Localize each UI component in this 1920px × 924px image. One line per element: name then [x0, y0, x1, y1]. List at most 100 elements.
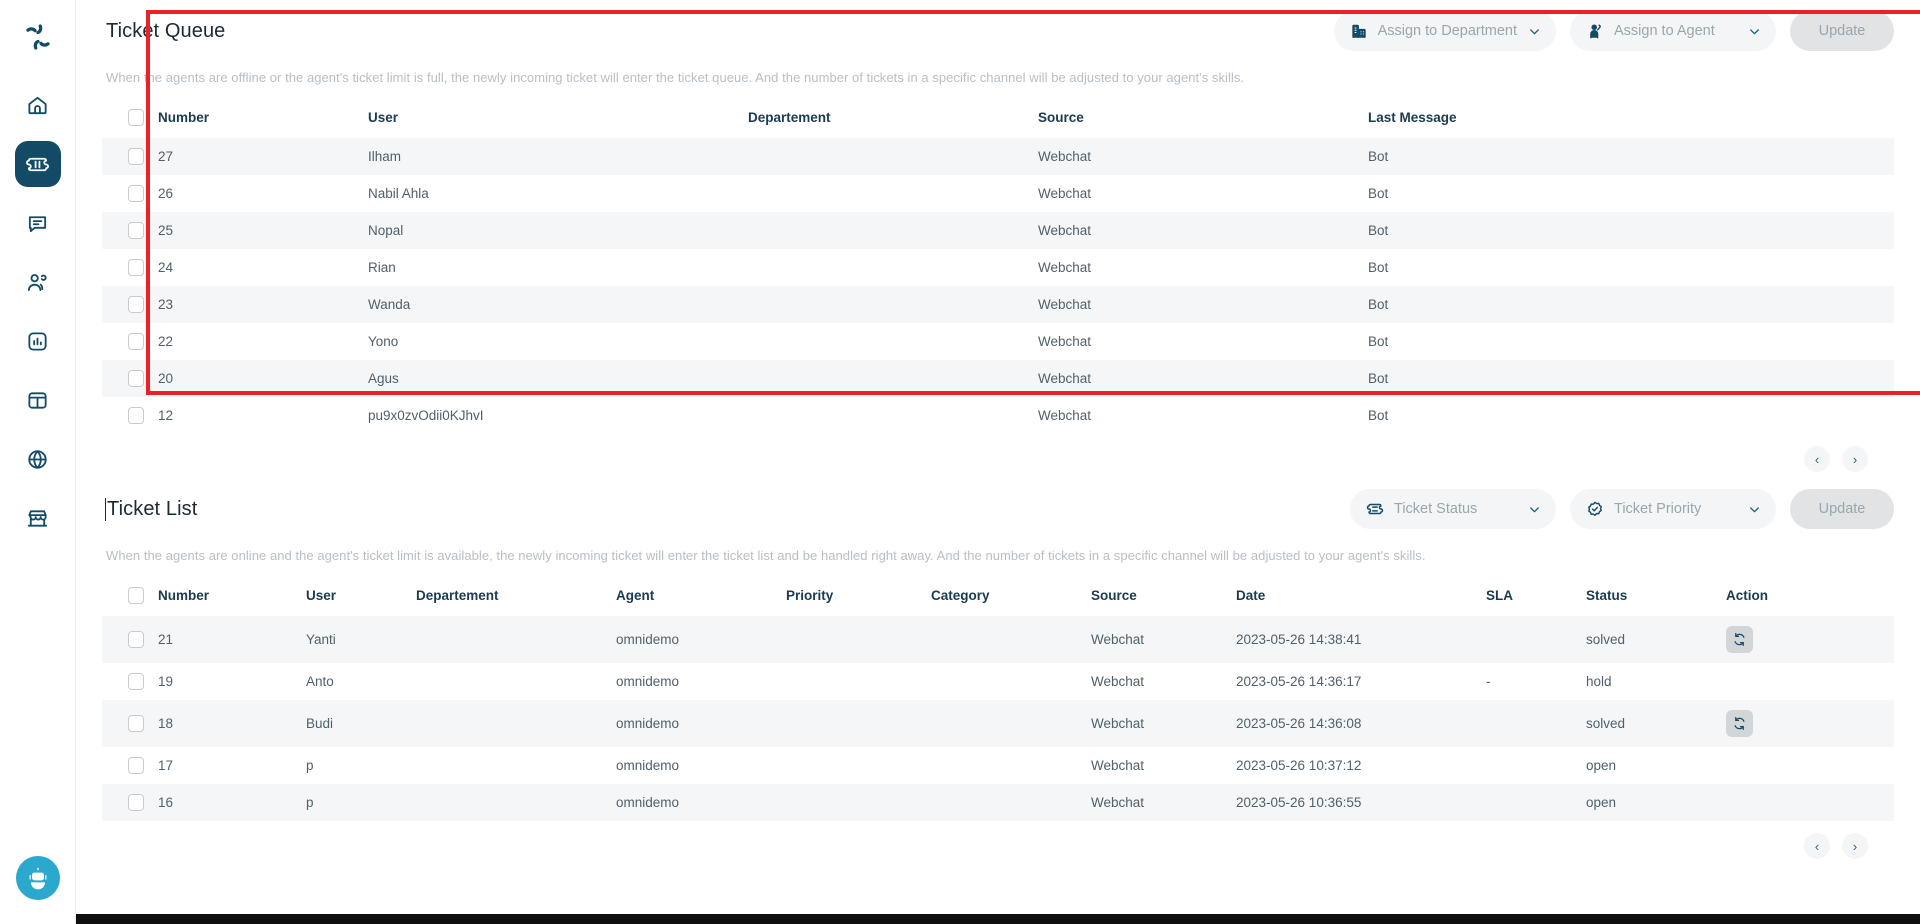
cell-sla: [1486, 784, 1586, 821]
cell-number: 23: [158, 297, 174, 312]
cell-number: 21: [158, 632, 174, 647]
cell-last-message: Bot: [1368, 334, 1389, 349]
cell-action: [1726, 663, 1894, 700]
cell-last-message: Bot: [1368, 297, 1389, 312]
cell-date: 2023-05-26 10:37:12: [1236, 758, 1362, 773]
table-row[interactable]: 22 Yono Webchat Bot: [102, 323, 1894, 360]
queue-update-button[interactable]: Update: [1790, 11, 1894, 51]
queue-next-page-button[interactable]: ›: [1842, 446, 1868, 472]
cell-departement: [748, 175, 1038, 212]
table-row[interactable]: 23 Wanda Webchat Bot: [102, 286, 1894, 323]
ticket-queue-header: Ticket Queue Assign to Department Assign…: [102, 0, 1894, 62]
list-next-page-button[interactable]: ›: [1842, 833, 1868, 859]
row-checkbox[interactable]: [128, 794, 144, 811]
select-all-header: [102, 99, 158, 138]
table-row[interactable]: 27 Ilham Webchat Bot: [102, 138, 1894, 175]
table-row[interactable]: 18 Budi omnidemo Webchat 2023-05-26 14:3…: [102, 700, 1894, 747]
row-checkbox[interactable]: [128, 631, 144, 648]
cell-departement: [416, 784, 616, 821]
assign-to-department-label: Assign to Department: [1377, 23, 1517, 39]
assign-to-agent-select[interactable]: Assign to Agent: [1570, 11, 1776, 51]
cell-user: Ilham: [368, 149, 402, 164]
ticket-status-label: Ticket Status: [1394, 501, 1478, 517]
row-checkbox[interactable]: [128, 757, 144, 774]
select-all-checkbox[interactable]: [128, 109, 144, 126]
cell-source: Webchat: [1038, 223, 1092, 238]
row-checkbox[interactable]: [128, 222, 144, 239]
refresh-icon[interactable]: [1726, 710, 1753, 737]
row-checkbox[interactable]: [128, 673, 144, 690]
ticket-list-title: Ticket List: [105, 497, 198, 521]
list-update-button[interactable]: Update: [1790, 489, 1894, 529]
chevron-down-icon: [1527, 24, 1542, 39]
cell-user: Yanti: [306, 632, 336, 647]
sidebar-item-analytics[interactable]: [15, 318, 61, 364]
pinwheel-logo-icon[interactable]: [15, 14, 61, 60]
row-checkbox[interactable]: [128, 370, 144, 387]
select-all-checkbox[interactable]: [128, 587, 144, 604]
cell-priority: [786, 616, 931, 663]
ticket-status-icon: [1366, 500, 1384, 518]
ticket-status-select[interactable]: Ticket Status: [1350, 489, 1556, 529]
sidebar-item-boxes[interactable]: [15, 377, 61, 423]
assign-to-agent-label: Assign to Agent: [1614, 23, 1715, 39]
row-checkbox[interactable]: [128, 407, 144, 424]
cell-source: Webchat: [1091, 716, 1145, 731]
building-icon: [1350, 22, 1368, 40]
table-row[interactable]: 25 Nopal Webchat Bot: [102, 212, 1894, 249]
table-row[interactable]: 12 pu9x0zvOdii0KJhvI Webchat Bot: [102, 397, 1894, 434]
cell-source: Webchat: [1038, 149, 1092, 164]
table-row[interactable]: 21 Yanti omnidemo Webchat 2023-05-26 14:…: [102, 616, 1894, 663]
cell-user: pu9x0zvOdii0KJhvI: [368, 408, 484, 423]
cell-agent: omnidemo: [616, 632, 680, 647]
row-checkbox[interactable]: [128, 259, 144, 276]
col-departement: Departement: [416, 588, 499, 603]
cell-departement: [748, 212, 1038, 249]
col-last-message: Last Message: [1368, 110, 1457, 125]
assign-to-department-select[interactable]: Assign to Department: [1333, 11, 1556, 51]
cell-departement: [416, 700, 616, 747]
table-row[interactable]: 16 p omnidemo Webchat 2023-05-26 10:36:5…: [102, 784, 1894, 821]
row-checkbox[interactable]: [128, 333, 144, 350]
sidebar-item-store[interactable]: [15, 495, 61, 541]
cell-number: 24: [158, 260, 174, 275]
cell-last-message: Bot: [1368, 408, 1389, 423]
cell-action: [1726, 700, 1894, 747]
cell-category: [931, 616, 1091, 663]
row-checkbox[interactable]: [128, 148, 144, 165]
cell-source: Webchat: [1038, 334, 1092, 349]
cell-source: Webchat: [1091, 795, 1145, 810]
table-row[interactable]: 20 Agus Webchat Bot: [102, 360, 1894, 397]
cell-last-message: Bot: [1368, 260, 1389, 275]
table-row[interactable]: 17 p omnidemo Webchat 2023-05-26 10:37:1…: [102, 747, 1894, 784]
row-checkbox[interactable]: [128, 296, 144, 313]
sidebar-item-home[interactable]: [15, 82, 61, 128]
sidebar-item-ticket[interactable]: [14, 141, 61, 187]
cell-departement: [748, 249, 1038, 286]
cell-agent: omnidemo: [616, 674, 680, 689]
robot-avatar-icon[interactable]: [16, 856, 60, 900]
check-badge-icon: [1586, 500, 1604, 518]
sidebar-item-channels[interactable]: [15, 436, 61, 482]
cell-user: Nabil Ahla: [368, 186, 429, 201]
table-row[interactable]: 26 Nabil Ahla Webchat Bot: [102, 175, 1894, 212]
cell-departement: [748, 397, 1038, 434]
ticket-priority-select[interactable]: Ticket Priority: [1570, 489, 1776, 529]
sidebar-item-chat[interactable]: [15, 200, 61, 246]
ticket-priority-label: Ticket Priority: [1614, 501, 1702, 517]
row-checkbox[interactable]: [128, 715, 144, 732]
window-bottom-bar: [0, 914, 1920, 924]
app-root: Ticket Queue Assign to Department Assign…: [0, 0, 1920, 924]
col-priority: Priority: [786, 588, 834, 603]
table-row[interactable]: 19 Anto omnidemo Webchat 2023-05-26 14:3…: [102, 663, 1894, 700]
cell-source: Webchat: [1038, 260, 1092, 275]
table-row[interactable]: 24 Rian Webchat Bot: [102, 249, 1894, 286]
row-checkbox[interactable]: [128, 185, 144, 202]
cell-source: Webchat: [1038, 408, 1092, 423]
sidebar-item-contacts[interactable]: [15, 259, 61, 305]
list-prev-page-button[interactable]: ‹: [1804, 833, 1830, 859]
refresh-icon[interactable]: [1726, 626, 1753, 653]
cell-status: solved: [1586, 716, 1626, 731]
main-content: Ticket Queue Assign to Department Assign…: [76, 0, 1920, 924]
queue-prev-page-button[interactable]: ‹: [1804, 446, 1830, 472]
